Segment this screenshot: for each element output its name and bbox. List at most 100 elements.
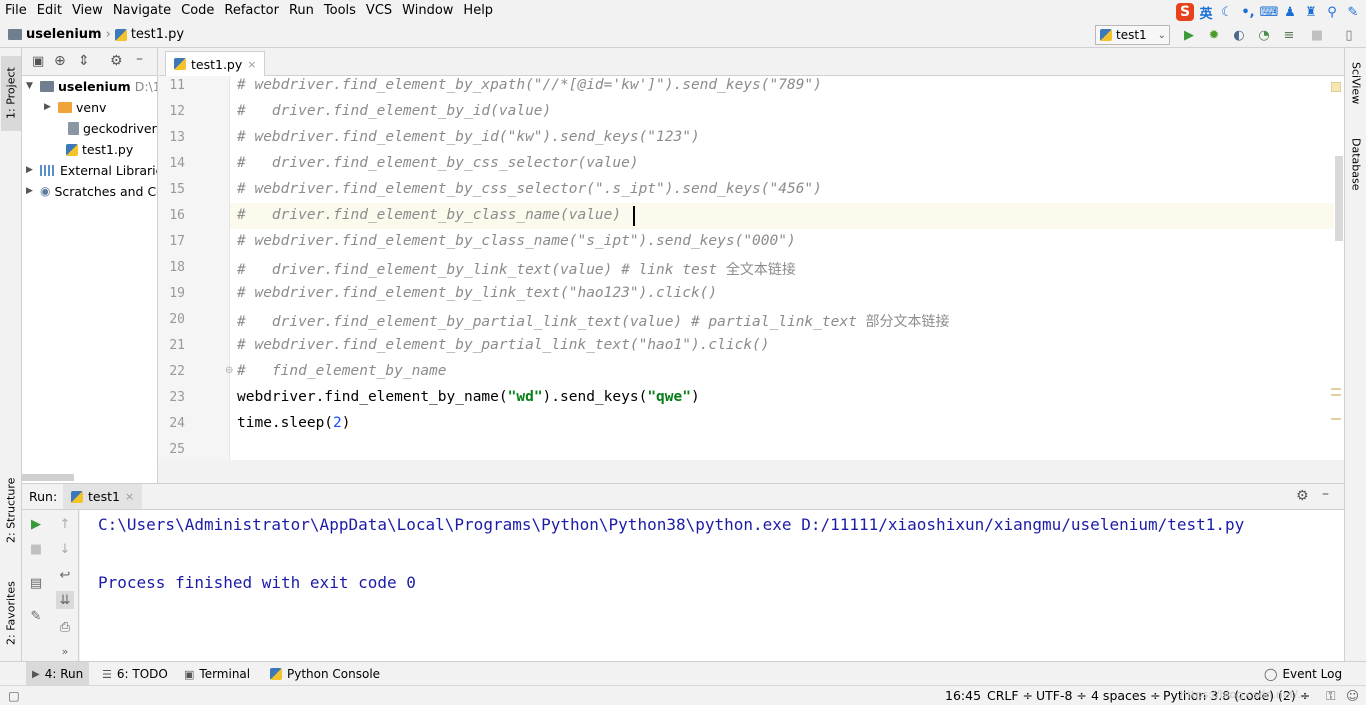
menu-navigate[interactable]: Navigate [108, 0, 176, 22]
panel-toggle-icon[interactable]: ▯ [1341, 27, 1357, 43]
close-icon[interactable]: × [247, 58, 256, 71]
soft-wrap-icon[interactable]: ↩ [56, 566, 74, 584]
tab-structure[interactable]: 2: Structure [1, 468, 21, 553]
user-icon[interactable]: ♟ [1281, 3, 1299, 21]
editor-tab-test1[interactable]: test1.py × [165, 51, 266, 76]
menu-edit[interactable]: Edit [32, 0, 67, 22]
more-icon[interactable]: » [56, 642, 74, 660]
error-stripe-marker[interactable] [1331, 394, 1341, 396]
run-icon[interactable]: ▶ [1181, 27, 1197, 43]
tab-run[interactable]: ▶ 4: Run [26, 662, 90, 686]
tab-database[interactable]: Database [1348, 138, 1364, 208]
fold-marker-icon[interactable]: ⊖ [225, 365, 233, 376]
code-line: # webdriver.find_element_by_class_name("… [237, 233, 796, 249]
run-panel-header: Run: test1 × ⚙ – [22, 483, 1344, 510]
profile-icon[interactable]: ◔ [1256, 27, 1272, 43]
pin-icon[interactable]: ✎ [27, 607, 45, 625]
menu-tools[interactable]: Tools [319, 0, 361, 22]
tab-todo[interactable]: ☰ 6: TODO [96, 662, 174, 686]
tool-window-toggle-icon[interactable]: ▢ [8, 688, 20, 703]
menu-refactor[interactable]: Refactor [219, 0, 284, 22]
comment-text: # webdriver.find_element_by_id("kw").sen… [237, 129, 700, 145]
indent-setting[interactable]: 4 spaces ÷ [1091, 688, 1161, 703]
breadcrumb-project[interactable]: uselenium [26, 27, 102, 42]
event-log-icon: ◯ [1264, 667, 1278, 681]
scroll-to-end-icon[interactable]: ⇊ [56, 591, 74, 609]
collapse-all-icon[interactable]: ⇕ [78, 53, 90, 69]
inspection-status-icon[interactable] [1331, 82, 1341, 92]
stop-icon[interactable]: ■ [27, 540, 45, 558]
watermark: https://blog.csdn.net/... [1180, 688, 1309, 701]
concurrency-icon[interactable]: ≡ [1281, 27, 1297, 43]
moon-icon[interactable]: ☾ [1218, 3, 1236, 21]
error-stripe-marker[interactable] [1331, 388, 1341, 390]
tab-favorites[interactable]: 2: Favorites [1, 568, 21, 658]
gear-icon[interactable]: ⚙ [110, 53, 123, 69]
run-configuration-select[interactable]: test1 ⌄ [1095, 25, 1170, 45]
layout-icon[interactable]: ▤ [27, 574, 45, 592]
caret-position[interactable]: 16:45 [945, 688, 981, 703]
search-icon[interactable]: ⚲ [1323, 3, 1341, 21]
close-icon[interactable]: × [125, 490, 134, 503]
run-console[interactable]: C:\Users\Administrator\AppData\Local\Pro… [80, 510, 1344, 661]
tree-root[interactable]: ▼ uselenium D:\1 [26, 76, 157, 97]
tree-item-label: External Librarie [60, 163, 158, 178]
punctuation-icon[interactable]: •, [1239, 3, 1257, 21]
tab-terminal[interactable]: ▣ Terminal [178, 662, 256, 686]
error-stripe-marker[interactable] [1331, 418, 1341, 420]
comment-text: # webdriver.find_element_by_link_text("h… [237, 285, 718, 301]
tree-item-test1[interactable]: test1.py [66, 139, 133, 160]
code-line: # driver.find_element_by_partial_link_te… [237, 311, 950, 331]
tree-item-venv[interactable]: ▶ venv [44, 97, 106, 118]
menu-file[interactable]: File [0, 0, 32, 22]
minimize-icon[interactable]: – [136, 51, 143, 67]
run-with-coverage-icon[interactable]: ◐ [1231, 27, 1247, 43]
line-number: 13 [169, 130, 185, 145]
inspector-icon[interactable]: ☺ [1346, 688, 1359, 703]
string-literal: "wd" [507, 389, 543, 405]
locate-icon[interactable]: ⊕ [54, 53, 66, 69]
line-gutter: 11 12 13 14 15 16 17 18 19 20 21 22 23 24 25 [159, 76, 230, 460]
file-icon [68, 122, 79, 135]
run-tab-test1[interactable]: test1 × [63, 484, 143, 509]
gear-icon[interactable]: ⚙ [1296, 488, 1309, 504]
project-horizontal-scrollbar[interactable] [22, 474, 74, 481]
tab-sciview[interactable]: SciView [1348, 62, 1364, 122]
menu-code[interactable]: Code [176, 0, 219, 22]
menu-run[interactable]: Run [284, 0, 319, 22]
stop-icon[interactable]: ■ [1309, 27, 1325, 43]
tab-project[interactable]: 1: Project [1, 56, 21, 131]
debug-icon[interactable]: ✹ [1206, 27, 1222, 43]
menu-view[interactable]: View [67, 0, 108, 22]
sciview-tab-label: SciView [1349, 62, 1363, 105]
minimize-icon[interactable]: – [1322, 486, 1329, 502]
code-line: # find_element_by_name [237, 363, 447, 379]
tree-item-external-libraries[interactable]: ▶ External Librarie [26, 160, 158, 181]
menu-vcs[interactable]: VCS [361, 0, 397, 22]
line-separator[interactable]: CRLF ÷ [987, 688, 1033, 703]
sogou-logo-icon[interactable]: S [1176, 3, 1194, 21]
comment-text: 全文本链接 [725, 262, 796, 278]
keyboard-icon[interactable]: ⌨ [1260, 3, 1279, 21]
tree-item-scratches[interactable]: ▶ ◉ Scratches and Co [26, 181, 157, 202]
code-editor[interactable]: 11 12 13 14 15 16 17 18 19 20 21 22 23 24 25 # webdriv… [159, 76, 1344, 460]
console-command-line: C:\Users\Administrator\AppData\Local\Pro… [98, 515, 1245, 534]
down-arrow-icon[interactable]: ↓ [56, 540, 74, 558]
tab-event-log[interactable]: ◯ Event Log [1258, 662, 1348, 686]
menu-help[interactable]: Help [458, 0, 498, 22]
shirt-icon[interactable]: ♜ [1302, 3, 1320, 21]
ime-language-toggle[interactable]: 英 [1197, 3, 1215, 22]
wrench-icon[interactable]: ✎ [1344, 3, 1362, 21]
tree-item-geckodriver[interactable]: geckodriver.l [68, 118, 157, 139]
menu-window[interactable]: Window [397, 0, 458, 22]
file-encoding[interactable]: UTF-8 ÷ [1036, 688, 1087, 703]
print-icon[interactable]: ⎙ [56, 618, 74, 636]
tab-python-console[interactable]: Python Console [264, 662, 386, 686]
lock-icon[interactable]: ⚿ [1326, 688, 1336, 704]
bottom-tool-tabs: ▶ 4: Run ☰ 6: TODO ▣ Terminal Python Con… [0, 661, 1366, 686]
rerun-icon[interactable]: ▶ [27, 515, 45, 533]
project-view-icon[interactable]: ▣ [32, 54, 44, 69]
breadcrumb-file[interactable]: test1.py [131, 27, 184, 42]
up-arrow-icon[interactable]: ↑ [56, 515, 74, 533]
editor-vertical-scrollbar[interactable] [1335, 156, 1343, 241]
